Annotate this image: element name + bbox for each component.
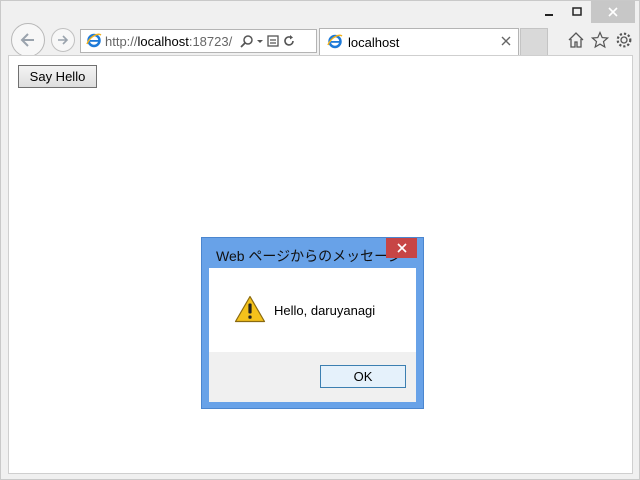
minimize-button[interactable] (535, 1, 563, 23)
close-icon (608, 7, 618, 17)
url-port-path: :18723/ (188, 33, 233, 49)
dialog-body: Hello, daruyanagi OK (209, 268, 416, 402)
back-button[interactable] (11, 23, 45, 57)
minimize-icon (545, 14, 553, 16)
tab-close-button[interactable] (499, 34, 513, 48)
say-hello-button[interactable]: Say Hello (18, 65, 97, 88)
search-icon[interactable] (240, 34, 254, 48)
browser-window: http://localhost:18723/ localhost Say He… (0, 0, 640, 480)
alert-dialog: Web ページからのメッセージ Hello, daruyanagi OK (201, 237, 424, 409)
new-tab-button[interactable] (520, 28, 548, 55)
maximize-button[interactable] (563, 1, 591, 23)
ok-button[interactable]: OK (320, 365, 406, 388)
url-host: localhost (137, 33, 189, 49)
url-scheme: http:// (105, 33, 138, 49)
dialog-close-icon (396, 243, 407, 253)
refresh-icon[interactable] (282, 34, 296, 48)
tab-localhost[interactable]: localhost (319, 28, 519, 55)
dropdown-arrow-icon[interactable] (256, 34, 264, 48)
forward-arrow-icon (58, 35, 69, 45)
window-close-button[interactable] (591, 1, 635, 23)
tab-ie-logo-icon (327, 33, 343, 52)
gear-icon[interactable] (614, 30, 634, 50)
ie-logo-icon (86, 32, 102, 51)
forward-button[interactable] (51, 28, 75, 52)
address-bar[interactable]: http://localhost:18723/ (80, 29, 317, 53)
warning-icon (234, 295, 266, 326)
dialog-close-button[interactable] (386, 238, 417, 258)
dialog-footer: OK (209, 352, 416, 402)
favorites-star-icon[interactable] (590, 30, 610, 50)
tab-close-icon (501, 36, 511, 46)
dialog-title: Web ページからのメッセージ (216, 248, 402, 264)
compatibility-view-icon[interactable] (266, 34, 280, 48)
home-icon[interactable] (566, 30, 586, 50)
maximize-icon (572, 7, 582, 16)
back-arrow-icon (20, 33, 34, 47)
url-text[interactable]: http://localhost:18723/ (105, 34, 237, 49)
dialog-message: Hello, daruyanagi (274, 303, 376, 318)
tab-title: localhost (348, 34, 400, 50)
